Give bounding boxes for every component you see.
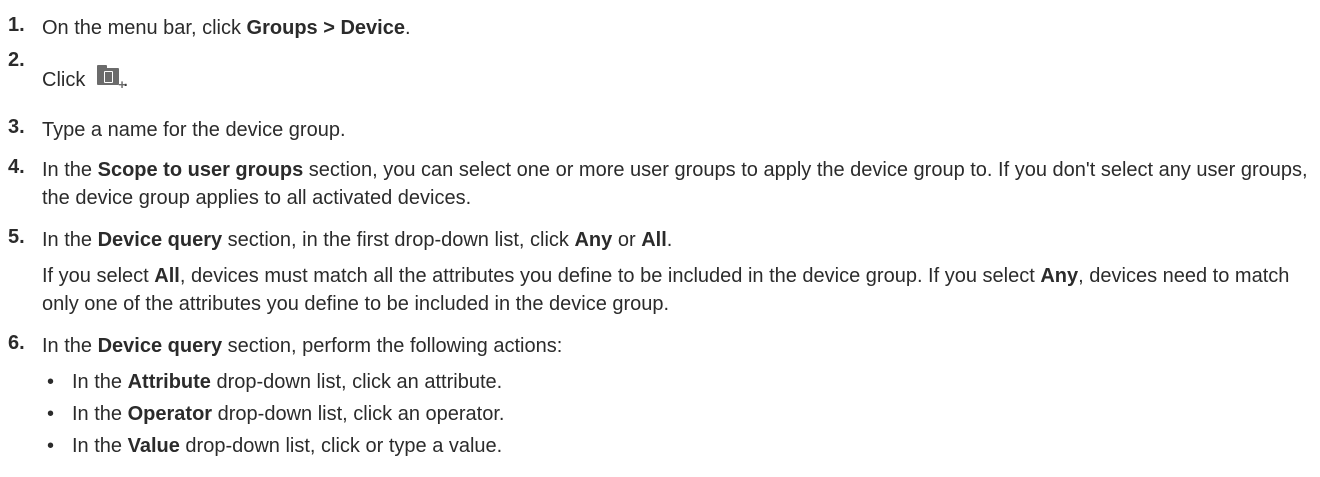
bullet-icon: • xyxy=(47,403,55,425)
add-device-group-icon[interactable]: + xyxy=(96,64,126,91)
step-number: 5. xyxy=(8,226,25,248)
step-4: 4. In the Scope to user groups section, … xyxy=(8,156,1310,212)
step-text: In the Scope to user groups section, you… xyxy=(42,159,1308,209)
menu-path: Groups > Device xyxy=(246,17,405,39)
list-item: • In the Attribute drop-down list, click … xyxy=(42,368,1310,396)
step-number: 4. xyxy=(8,156,25,178)
step-1: 1. On the menu bar, click Groups > Devic… xyxy=(8,14,1310,42)
list-item: • In the Value drop-down list, click or t… xyxy=(42,432,1310,460)
step-text: Click +. xyxy=(42,64,1310,94)
bullet-icon: • xyxy=(47,371,55,393)
bullet-icon: • xyxy=(47,435,55,457)
step-3: 3. Type a name for the device group. xyxy=(8,116,1310,144)
list-item: • In the Operator drop-down list, click a… xyxy=(42,400,1310,428)
step-5: 5. In the Device query section, in the f… xyxy=(8,226,1310,318)
step-note: If you select All, devices must match al… xyxy=(42,265,1290,315)
step-number: 1. xyxy=(8,14,25,36)
step-text: Type a name for the device group. xyxy=(42,119,346,141)
step-2: 2. Click +. xyxy=(8,49,1310,94)
step-number: 3. xyxy=(8,116,25,138)
step-6: 6. In the Device query section, perform … xyxy=(8,332,1310,464)
step-text: On the menu bar, click Groups > Device. xyxy=(42,17,411,39)
step-number: 2. xyxy=(8,49,25,71)
action-list: • In the Attribute drop-down list, click … xyxy=(42,368,1310,460)
step-text: In the Device query section, perform the… xyxy=(42,335,563,357)
step-text: In the Device query section, in the firs… xyxy=(42,229,673,251)
step-number: 6. xyxy=(8,332,25,354)
instruction-document: 1. On the menu bar, click Groups > Devic… xyxy=(0,0,1320,477)
